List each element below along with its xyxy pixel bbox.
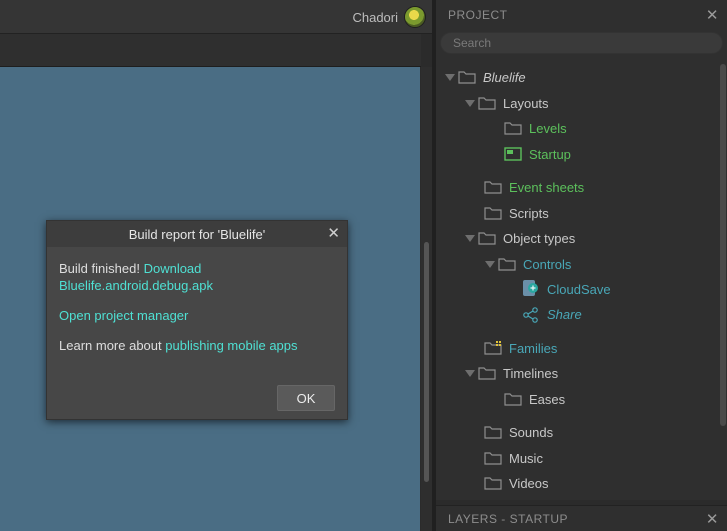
share-icon [522,307,540,323]
folder-icon [478,366,496,380]
tree-item-label: Event sheets [509,179,585,195]
folder-icon [504,121,522,135]
folder-icon [478,231,496,245]
ok-button[interactable]: OK [277,385,335,411]
close-icon[interactable]: ✕ [706,6,719,24]
tree-item-label: Sounds [509,424,554,440]
tree-item-label: Startup [529,146,571,162]
project-panel-title: PROJECT [448,8,508,22]
tree-item-label: CloudSave [547,281,611,297]
tree-item-label: Share [547,306,582,322]
folder-icon [484,180,502,194]
build-report-dialog: Build report for 'Bluelife' ✕ Build fini… [46,220,348,420]
folder-icon [498,257,516,271]
chevron-down-icon[interactable] [442,69,458,85]
tree-item-scripts[interactable]: Scripts [484,203,549,223]
folder-icon [478,96,496,110]
chevron-down-icon[interactable] [462,230,478,246]
close-icon[interactable]: ✕ [327,224,340,242]
folder-icon [484,206,502,220]
layout-icon [504,147,522,161]
tree-item-families[interactable]: Families [484,338,557,358]
top-bar: Chadori [0,0,432,34]
tab-strip [0,34,421,67]
tree-item-label: Controls [523,256,572,272]
chevron-down-icon[interactable] [482,256,498,272]
folder-icon [484,476,502,490]
tree-item-share[interactable]: Share [522,304,582,324]
folder-icon [458,70,476,84]
tree-item-label: Timelines [503,365,559,381]
user-account[interactable]: Chadori [352,6,426,28]
tree-item-label: Object types [503,230,576,246]
layers-panel-title: LAYERS - STARTUP [448,511,569,526]
tree-item-event-sheets[interactable]: Event sheets [484,177,584,197]
canvas-scrollbar[interactable] [421,67,432,531]
tree-item-label: Music [509,450,543,466]
tree-item-timelines[interactable]: Timelines [462,363,558,383]
avatar[interactable] [404,6,426,28]
project-panel-scrollbar[interactable] [720,64,726,426]
chevron-down-icon[interactable] [462,95,478,111]
tree-item-eases[interactable]: Eases [504,389,565,409]
learn-more-line: Learn more about publishing mobile apps [59,337,335,354]
tree-item-object-types[interactable]: Object types [462,228,575,248]
tree-item-levels[interactable]: Levels [504,118,567,138]
tree-item-label: Families [509,340,558,356]
project-manager-line: Open project manager [59,307,335,324]
tree-item-label: Bluelife [483,69,526,85]
folder-icon [484,451,502,465]
tree-item-cloudsave[interactable]: CloudSave [522,279,611,299]
tree-item-bluelife[interactable]: Bluelife [442,67,526,87]
tree-item-music[interactable]: Music [484,448,543,468]
project-panel: PROJECT ✕ Search Bluelife Layouts Levels… [436,0,727,500]
tree-item-startup[interactable]: Startup [504,144,571,164]
tree-item-label: Levels [529,120,567,136]
project-panel-header: PROJECT ✕ [436,0,727,30]
open-project-manager-link[interactable]: Open project manager [59,308,188,323]
tree-item-videos[interactable]: Videos [484,473,549,493]
build-finished-text: Build finished! [59,261,140,276]
learn-more-text: Learn more about [59,338,162,353]
tree-item-label: Layouts [503,95,549,111]
families-folder-icon [484,341,502,355]
tree-item-label: Videos [509,475,549,491]
layers-panel-header: LAYERS - STARTUP ✕ [436,505,727,531]
dialog-body: Build finished! Download Bluelife.androi… [47,247,347,354]
search-input[interactable]: Search [440,32,723,54]
tree-item-label: Eases [529,391,566,407]
scrollbar-thumb[interactable] [424,242,429,482]
folder-icon [504,392,522,406]
tree-item-layouts[interactable]: Layouts [462,93,549,113]
tree-item-label: Scripts [509,205,549,221]
cloudsave-icon [522,280,540,296]
dialog-title-bar: Build report for 'Bluelife' ✕ [47,221,347,247]
dialog-title: Build report for 'Bluelife' [128,226,266,242]
tree-item-sounds[interactable]: Sounds [484,422,553,442]
chevron-down-icon[interactable] [462,365,478,381]
publishing-mobile-apps-link[interactable]: publishing mobile apps [165,338,297,353]
folder-icon [484,425,502,439]
build-finished-message: Build finished! Download Bluelife.androi… [59,260,335,294]
tree-item-controls[interactable]: Controls [482,254,571,274]
close-icon[interactable]: ✕ [706,510,719,528]
user-name[interactable]: Chadori [352,10,398,25]
